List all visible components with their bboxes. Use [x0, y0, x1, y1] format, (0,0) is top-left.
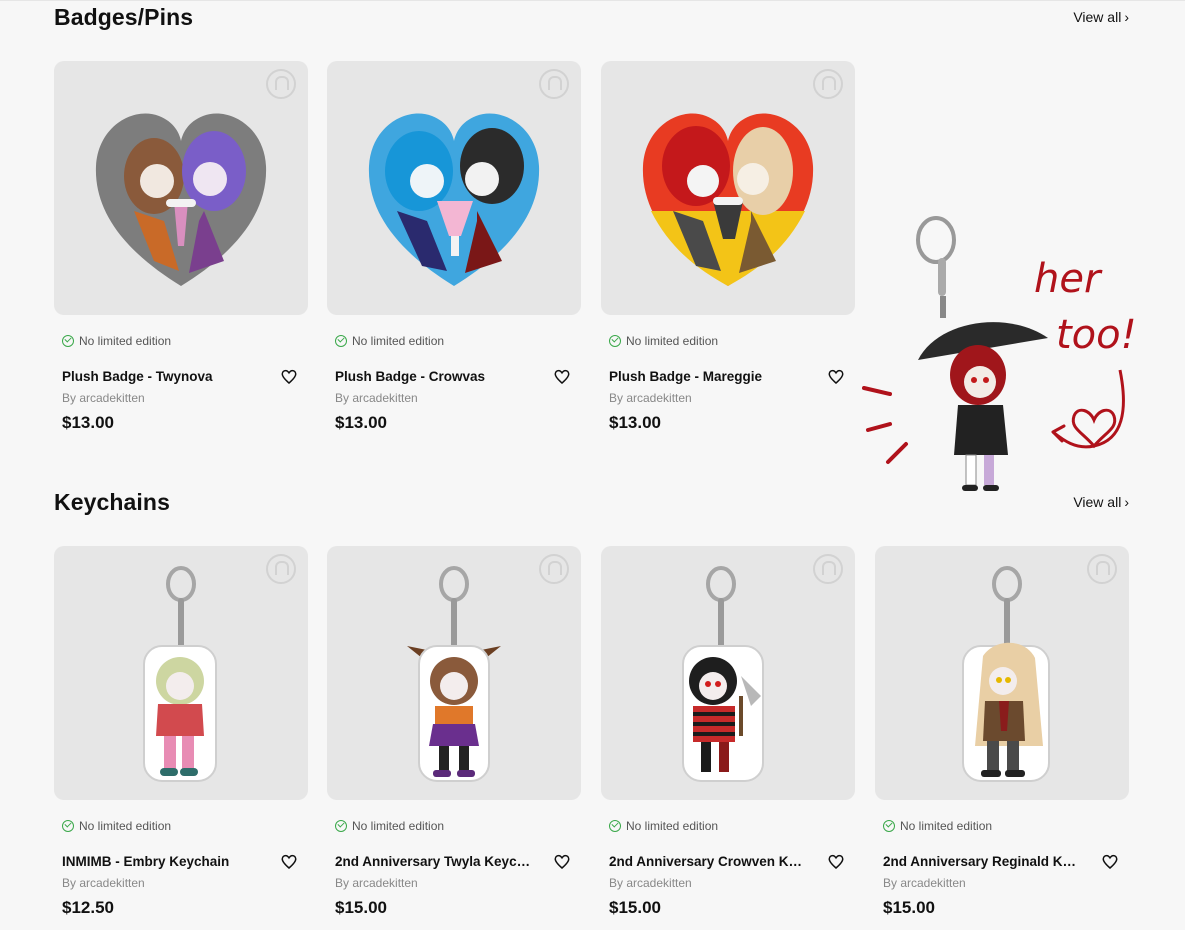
keychain-image [962, 566, 1050, 782]
heart-outline-icon[interactable] [1101, 853, 1119, 871]
limited-edition-badge: No limited edition [609, 819, 718, 833]
product-image[interactable] [54, 546, 308, 800]
keychain-image [682, 566, 764, 782]
product-card[interactable]: No limited edition Plush Badge - Twynova… [54, 61, 308, 432]
annotation-text-line1: her [1034, 256, 1103, 302]
heart-outline-icon[interactable] [280, 853, 298, 871]
limited-edition-badge: No limited edition [609, 334, 718, 348]
watermark-logo-icon [266, 554, 296, 584]
watermark-logo-icon [266, 69, 296, 99]
limited-edition-label: No limited edition [626, 819, 719, 833]
chevron-right-icon: › [1124, 9, 1129, 25]
watermark-logo-icon [813, 554, 843, 584]
view-all-badges-link[interactable]: View all › [1073, 9, 1129, 25]
product-image[interactable] [601, 546, 855, 800]
view-all-keychains-link[interactable]: View all › [1073, 494, 1129, 510]
product-card[interactable]: No limited edition INMIMB - Embry Keycha… [54, 546, 308, 917]
check-circle-icon [62, 335, 74, 347]
seller-name[interactable]: By arcadekitten [62, 876, 145, 890]
check-circle-icon [335, 335, 347, 347]
watermark-logo-icon [539, 554, 569, 584]
product-image[interactable] [327, 61, 581, 315]
limited-edition-label: No limited edition [900, 819, 993, 833]
product-price: $12.50 [62, 898, 114, 917]
product-price: $13.00 [609, 413, 661, 432]
product-image[interactable] [601, 61, 855, 315]
limited-edition-label: No limited edition [352, 334, 445, 348]
product-name[interactable]: INMIMB - Embry Keychain [62, 854, 270, 869]
product-price: $13.00 [335, 413, 387, 432]
product-name[interactable]: Plush Badge - Twynova [62, 369, 270, 384]
limited-edition-badge: No limited edition [62, 819, 171, 833]
chevron-right-icon: › [1124, 494, 1129, 510]
product-price: $13.00 [62, 413, 114, 432]
product-image[interactable] [327, 546, 581, 800]
product-card[interactable]: No limited edition 2nd Anniversary Regin… [875, 546, 1129, 917]
seller-name[interactable]: By arcadekitten [335, 391, 418, 405]
view-all-label: View all [1073, 9, 1122, 25]
product-name[interactable]: Plush Badge - Mareggie [609, 369, 817, 384]
check-circle-icon [335, 820, 347, 832]
seller-name[interactable]: By arcadekitten [335, 876, 418, 890]
limited-edition-label: No limited edition [352, 819, 445, 833]
product-card[interactable]: No limited edition Plush Badge - Mareggi… [601, 61, 855, 432]
limited-edition-badge: No limited edition [62, 334, 171, 348]
product-image[interactable] [54, 61, 308, 315]
limited-edition-label: No limited edition [79, 819, 172, 833]
watermark-logo-icon [813, 69, 843, 99]
check-circle-icon [883, 820, 895, 832]
section-title-keychains: Keychains [54, 489, 170, 515]
product-name[interactable]: Plush Badge - Crowvas [335, 369, 543, 384]
product-price: $15.00 [609, 898, 661, 917]
annotation-text-line2: too! [1056, 312, 1137, 358]
limited-edition-badge: No limited edition [883, 819, 992, 833]
view-all-label: View all [1073, 494, 1122, 510]
seller-name[interactable]: By arcadekitten [883, 876, 966, 890]
her-too-sticker-annotation: her too! [862, 216, 1137, 491]
product-card[interactable]: No limited edition 2nd Anniversary Crowv… [601, 546, 855, 917]
product-name[interactable]: 2nd Anniversary Reginald K… [883, 854, 1091, 869]
seller-name[interactable]: By arcadekitten [609, 391, 692, 405]
heart-badge-image [368, 113, 540, 286]
keychain-image [407, 566, 501, 782]
watermark-logo-icon [539, 69, 569, 99]
check-circle-icon [62, 820, 74, 832]
heart-badge-image [642, 113, 814, 286]
product-price: $15.00 [335, 898, 387, 917]
product-price: $15.00 [883, 898, 935, 917]
section-title-badges: Badges/Pins [54, 4, 194, 30]
heart-outline-icon[interactable] [827, 853, 845, 871]
top-border [0, 0, 1185, 1]
seller-name[interactable]: By arcadekitten [609, 876, 692, 890]
product-image[interactable] [875, 546, 1129, 800]
product-card[interactable]: No limited edition Plush Badge - Crowvas… [327, 61, 581, 432]
heart-outline-icon[interactable] [553, 368, 571, 386]
limited-edition-badge: No limited edition [335, 334, 444, 348]
product-name[interactable]: 2nd Anniversary Twyla Keyc… [335, 854, 543, 869]
keychain-image [143, 566, 217, 782]
check-circle-icon [609, 335, 621, 347]
heart-outline-icon[interactable] [280, 368, 298, 386]
product-name[interactable]: 2nd Anniversary Crowven K… [609, 854, 817, 869]
watermark-logo-icon [1087, 554, 1117, 584]
product-card[interactable]: No limited edition 2nd Anniversary Twyla… [327, 546, 581, 917]
heart-outline-icon[interactable] [553, 853, 571, 871]
seller-name[interactable]: By arcadekitten [62, 391, 145, 405]
limited-edition-badge: No limited edition [335, 819, 444, 833]
limited-edition-label: No limited edition [626, 334, 719, 348]
limited-edition-label: No limited edition [79, 334, 172, 348]
heart-outline-icon[interactable] [827, 368, 845, 386]
heart-badge-image [95, 113, 267, 286]
check-circle-icon [609, 820, 621, 832]
